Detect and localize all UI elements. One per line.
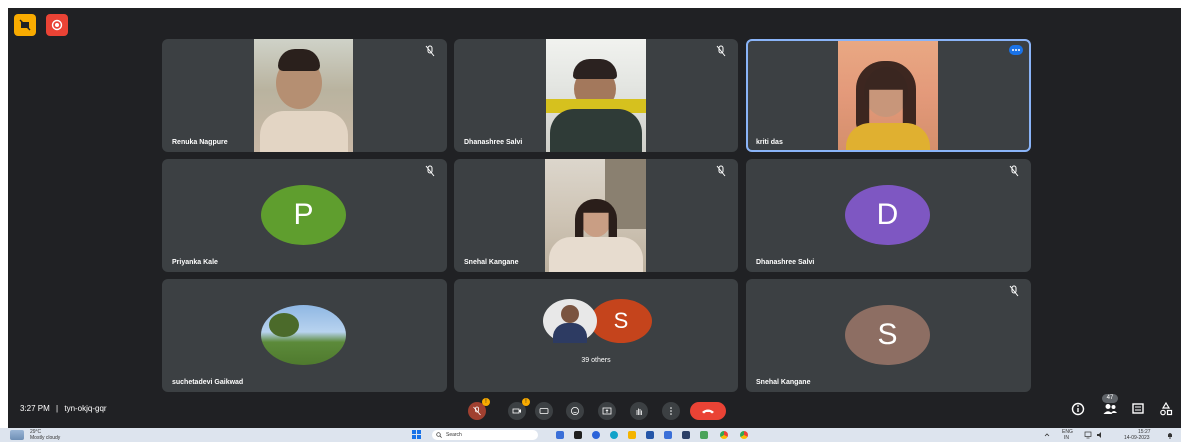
- taskbar-app-icon[interactable]: [610, 431, 618, 439]
- mic-off-icon: [1009, 285, 1019, 297]
- mic-off-icon: [716, 165, 726, 177]
- others-tile[interactable]: S 39 others: [454, 279, 738, 392]
- avatar: S: [590, 299, 652, 343]
- avatar-photo: [261, 305, 346, 365]
- chevron-up-icon[interactable]: [1044, 432, 1050, 438]
- recording-badge-icon[interactable]: [14, 14, 36, 36]
- participant-tile[interactable]: D Dhanashree Salvi: [746, 159, 1031, 272]
- avatar: P: [261, 185, 346, 245]
- meeting-code: tyn-okjq-gqr: [64, 404, 107, 413]
- mic-off-icon: [473, 406, 481, 416]
- taskbar-app-icon[interactable]: [700, 431, 708, 439]
- participant-tile[interactable]: Snehal Kangane: [454, 159, 738, 272]
- windows-start-icon[interactable]: [412, 430, 422, 440]
- avatar-photo: [543, 299, 597, 343]
- camera-button[interactable]: !: [508, 398, 530, 420]
- weather-description: Mostly cloudy: [30, 435, 61, 441]
- meeting-info: 3:27 PM | tyn-okjq-gqr: [20, 404, 107, 413]
- people-button[interactable]: 47: [1100, 394, 1122, 418]
- mic-button[interactable]: !: [468, 398, 490, 420]
- search-icon: [436, 432, 442, 438]
- raise-hand-button[interactable]: [630, 402, 648, 420]
- taskbar: 29°C Mostly cloudy Search ENG IN 15:27 1…: [0, 428, 1181, 442]
- more-options-button[interactable]: [662, 402, 680, 420]
- end-call-button[interactable]: [690, 402, 726, 420]
- mic-off-icon: [1009, 165, 1019, 177]
- more-options-icon: [670, 407, 672, 415]
- participant-name: Renuka Nagpure: [172, 139, 228, 146]
- taskbar-app-icon[interactable]: [556, 431, 564, 439]
- participant-name: suchetadevi Gaikwad: [172, 379, 244, 386]
- participant-video: [254, 39, 353, 152]
- taskbar-app-icon[interactable]: [646, 431, 654, 439]
- info-icon[interactable]: [1070, 401, 1086, 417]
- taskbar-search[interactable]: Search: [432, 430, 538, 440]
- participant-tile[interactable]: Dhanashree Salvi: [454, 39, 738, 152]
- input-region: IN: [1064, 435, 1069, 441]
- participant-tile[interactable]: Renuka Nagpure: [162, 39, 447, 152]
- camera-off-icon: [512, 408, 521, 414]
- others-count: 39 others: [581, 357, 611, 364]
- present-icon: [602, 407, 612, 415]
- activities-icon[interactable]: [1158, 401, 1174, 417]
- participant-tile[interactable]: S Snehal Kangane: [746, 279, 1031, 392]
- participant-video: [545, 159, 646, 272]
- participant-name: Dhanashree Salvi: [756, 259, 815, 266]
- meet-window: Renuka Nagpure Dhanashree Salvi kriti da…: [8, 8, 1181, 428]
- avatar: D: [845, 185, 930, 245]
- meeting-separator: |: [56, 404, 59, 413]
- participant-tile[interactable]: P Priyanka Kale: [162, 159, 447, 272]
- mic-off-icon: [425, 45, 435, 57]
- more-options-icon[interactable]: [1009, 45, 1023, 55]
- captions-icon: [539, 408, 549, 414]
- participant-name: Snehal Kangane: [464, 259, 519, 266]
- taskbar-app-icon[interactable]: [628, 431, 636, 439]
- taskbar-app-icon[interactable]: [664, 431, 672, 439]
- avatar: S: [845, 305, 930, 365]
- record-icon[interactable]: [46, 14, 68, 36]
- participant-video: [838, 41, 938, 150]
- raise-hand-icon: [636, 408, 642, 415]
- network-icon[interactable]: [1084, 431, 1092, 439]
- search-placeholder: Search: [446, 432, 462, 438]
- participant-name: Snehal Kangane: [756, 379, 811, 386]
- mic-warning-badge: !: [482, 398, 490, 406]
- taskbar-app-icon[interactable]: [682, 431, 690, 439]
- chrome-icon[interactable]: [720, 431, 728, 439]
- people-icon: [1103, 404, 1117, 414]
- participant-tile[interactable]: kriti das: [746, 39, 1031, 152]
- participant-name: Dhanashree Salvi: [464, 139, 523, 146]
- chrome-icon[interactable]: [740, 431, 748, 439]
- captions-button[interactable]: [535, 402, 553, 420]
- participant-video: [546, 39, 646, 152]
- emoji-icon: [571, 407, 579, 415]
- camera-warning-badge: !: [522, 398, 530, 406]
- volume-icon[interactable]: [1096, 431, 1104, 439]
- clock-date[interactable]: 14-09-2023: [1124, 435, 1150, 441]
- mic-off-icon: [716, 45, 726, 57]
- taskbar-app-icon[interactable]: [592, 431, 600, 439]
- present-button[interactable]: [598, 402, 616, 420]
- meeting-time: 3:27 PM: [20, 404, 50, 413]
- mic-off-icon: [425, 165, 435, 177]
- end-call-icon: [702, 409, 714, 414]
- participant-tile[interactable]: suchetadevi Gaikwad: [162, 279, 447, 392]
- taskbar-app-icon[interactable]: [574, 431, 582, 439]
- reactions-button[interactable]: [566, 402, 584, 420]
- participant-name: Priyanka Kale: [172, 259, 218, 266]
- notification-icon[interactable]: [1166, 431, 1174, 439]
- weather-icon[interactable]: [10, 430, 24, 440]
- chat-icon[interactable]: [1130, 401, 1146, 417]
- participant-name: kriti das: [756, 139, 783, 146]
